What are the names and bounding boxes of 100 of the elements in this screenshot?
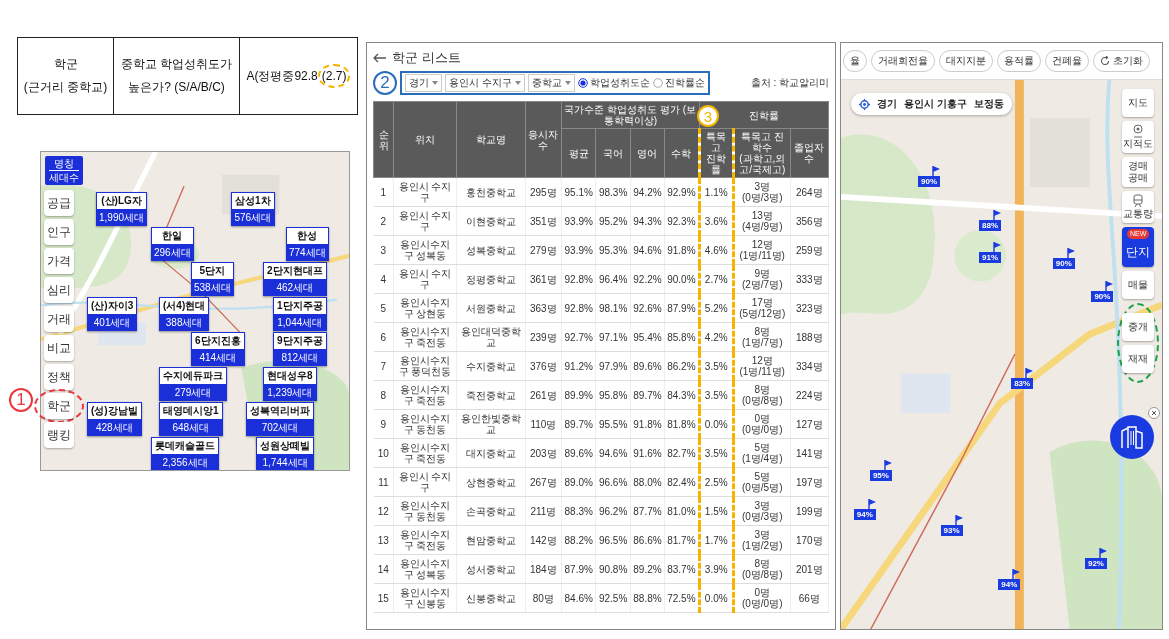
dropdown[interactable]: 용인시 수지구 (445, 74, 525, 92)
menu-button[interactable]: 공급 (44, 190, 74, 216)
filter-chip[interactable]: 율 (843, 50, 867, 72)
table-cell: 92.3% (664, 206, 700, 236)
table-cell: 용인시 수지구 (393, 177, 457, 207)
menu-button[interactable]: 랭킹 (44, 422, 74, 448)
table-cell: 3 (373, 235, 394, 265)
menu-button[interactable]: 비교 (44, 335, 74, 361)
table-cell: 12명 (1명/11명) (733, 235, 791, 265)
dropdown[interactable]: 중학교 (527, 74, 575, 92)
table-cell: 대지중학교 (456, 438, 526, 468)
side-button[interactable]: 매물 (1122, 271, 1154, 299)
table-cell: 170명 (790, 525, 829, 555)
household-count: 296세대 (151, 245, 194, 261)
table-cell: 95.1% (561, 177, 596, 207)
table-cell: 96.5% (595, 525, 631, 555)
complex-name: 성복역리버파 (246, 402, 314, 420)
table-cell: 이현중학교 (456, 206, 526, 236)
menu-button[interactable]: 인구 (44, 219, 74, 245)
table-cell: 203명 (525, 438, 562, 468)
table-cell: 361명 (525, 264, 562, 294)
table-cell: 376명 (525, 351, 562, 381)
household-count: 1,990세대 (96, 210, 148, 226)
table-cell: 8명 (0명/8명) (733, 554, 791, 584)
menu-button[interactable]: 학군 (44, 393, 74, 419)
table-cell: 신봉중학교 (456, 583, 526, 613)
breadcrumb-item[interactable]: 경기 (877, 97, 897, 111)
filter-chip[interactable]: 대지지분 (939, 50, 993, 72)
menu-button[interactable]: 가격 (44, 248, 74, 274)
complex-name: 5단지 (191, 262, 234, 280)
table-cell: 363명 (525, 293, 562, 323)
table-cell: 1.1% (699, 177, 734, 207)
household-count: 538세대 (191, 280, 234, 296)
table-cell: 201명 (790, 554, 829, 584)
caret-icon (564, 81, 571, 85)
back-arrow-icon (373, 53, 387, 63)
step-number: 1 (9, 388, 33, 412)
table-cell: 94.6% (595, 438, 631, 468)
close-icon (1148, 407, 1160, 419)
caret-icon (432, 81, 438, 85)
table-cell: 2.5% (699, 467, 734, 497)
table-cell: 용인시수지구 동천동 (393, 409, 457, 439)
table-cell: 용인시수지구 죽전동 (393, 525, 457, 555)
table-cell: 서원중학교 (456, 293, 526, 323)
table-cell: 5 (373, 293, 394, 323)
table-cell: 용인시수지구 상현동 (393, 293, 457, 323)
complex-name: (서4)현대 (159, 297, 210, 315)
side-button[interactable]: 지도 (1122, 89, 1154, 117)
table-cell: 87.9% (664, 293, 700, 323)
complex-name: 1단지주공 (273, 297, 327, 315)
household-count: 576세대 (231, 210, 275, 226)
reset-button[interactable]: 초기화 (1093, 50, 1150, 72)
table-cell: 0명 (0명/0명) (733, 409, 791, 439)
menu-button[interactable]: 정책 (44, 364, 74, 390)
dropdown[interactable]: 경기 (405, 74, 442, 92)
table-cell: 94.6% (630, 235, 665, 265)
side-button[interactable]: 지적도 (1122, 121, 1154, 153)
side-button[interactable]: 교통량 (1122, 191, 1154, 223)
flag-icon (954, 514, 963, 525)
table-cell: 5.2% (699, 293, 734, 323)
table-cell: 12 (373, 496, 394, 526)
table-cell: 91.2% (561, 351, 596, 381)
table-cell: 267명 (525, 467, 562, 497)
table-cell: 용인시수지구 죽전동 (393, 438, 457, 468)
table-cell: 0.0% (699, 583, 734, 613)
table-cell: 1 (373, 177, 394, 207)
table-cell: 95.3% (595, 235, 631, 265)
menu-button[interactable]: 거래 (44, 306, 74, 332)
table-cell: 261명 (525, 380, 562, 410)
table-cell: 91.8% (630, 409, 665, 439)
school-rate-label: 94% (998, 579, 1021, 591)
breadcrumb-item[interactable]: 용인시 기흥구 (904, 97, 967, 111)
breadcrumb-item[interactable]: 보정동 (973, 97, 1004, 111)
school-rate-label: 90% (918, 176, 941, 188)
column-header: 특목고 진학률 (699, 128, 734, 178)
column-header: 국어 (595, 128, 631, 178)
label-toggle[interactable]: 명칭 세대수 (45, 156, 83, 185)
table-cell: 94.2% (630, 177, 665, 207)
filter-chip[interactable]: 건폐율 (1045, 50, 1089, 72)
table-cell: 3.5% (699, 380, 734, 410)
radio-option[interactable]: 학업성취도순 (577, 76, 650, 90)
table-cell: 3.9% (699, 554, 734, 584)
toggle-label: 세대수 (49, 170, 79, 184)
table-cell: 86.2% (664, 351, 700, 381)
filter-chip[interactable]: 용적률 (997, 50, 1041, 72)
school-rate-label: 93% (940, 524, 963, 536)
table-cell: 5명 (1명/4명) (733, 438, 791, 468)
table-cell: 0.0% (699, 409, 734, 439)
table-cell: 334명 (790, 351, 829, 381)
complex-name: 롯데캐슬골드 (151, 437, 219, 455)
side-button[interactable]: 경매 공매 (1122, 157, 1154, 187)
table-cell: 3명 (0명/3명) (733, 177, 791, 207)
menu-button[interactable]: 심리 (44, 277, 74, 303)
radio-option[interactable]: 진학률순 (652, 76, 705, 90)
filter-chip[interactable]: 거래회전율 (871, 50, 935, 72)
table-cell: 용인시 수지구 (393, 467, 457, 497)
side-button[interactable]: 중개 (1122, 313, 1154, 341)
table-cell: 용인시수지구 성복동 (393, 235, 457, 265)
table-cell: 96.2% (595, 496, 631, 526)
side-button[interactable]: 재재 (1122, 345, 1154, 373)
